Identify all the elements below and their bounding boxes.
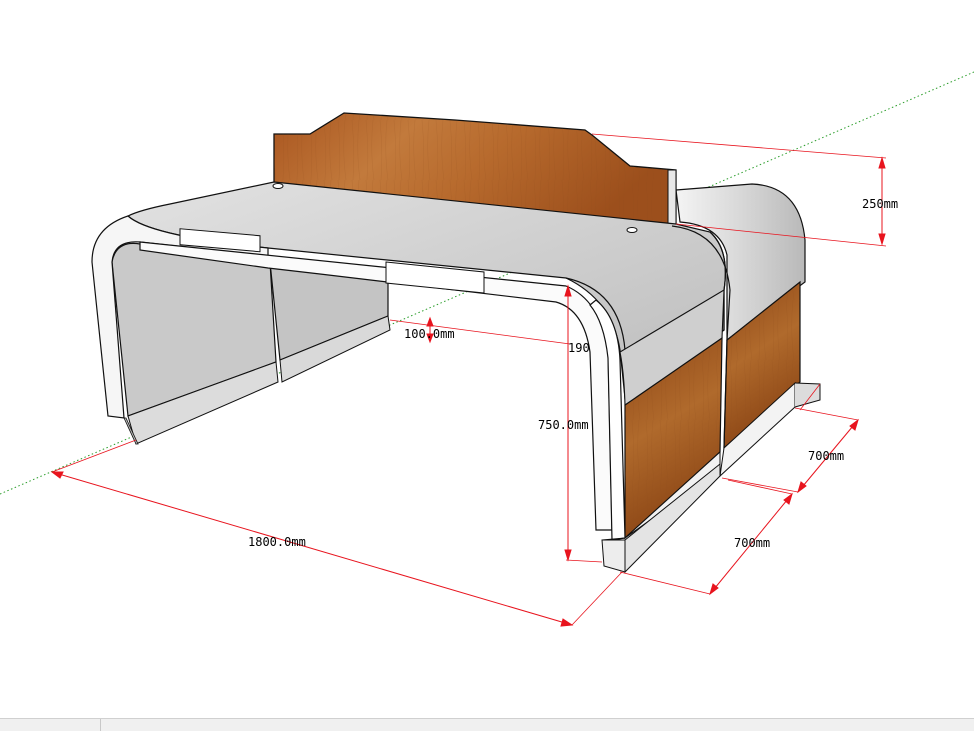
model-viewport[interactable]: 1800.0mm 750.0mm 700mm 700mm 250mm 100.0…	[0, 0, 974, 730]
dimension-label-panel: 250mm	[862, 197, 898, 211]
desk-model[interactable]	[91, 112, 821, 574]
dimension-label-depth-front: 700mm	[734, 536, 770, 550]
dimension-label-height: 750.0mm	[538, 418, 589, 432]
cable-grommet	[272, 183, 284, 189]
cable-grommet	[626, 227, 638, 233]
dimension-label-partial: 190	[568, 341, 590, 355]
dimension-label-depth-back: 700mm	[808, 449, 844, 463]
dimension-label-offset: 100.0mm	[404, 327, 455, 341]
status-bar	[0, 718, 974, 731]
dimension-label-width: 1800.0mm	[248, 535, 306, 549]
dimension-line-width	[51, 471, 573, 626]
status-bar-segment	[0, 719, 101, 731]
